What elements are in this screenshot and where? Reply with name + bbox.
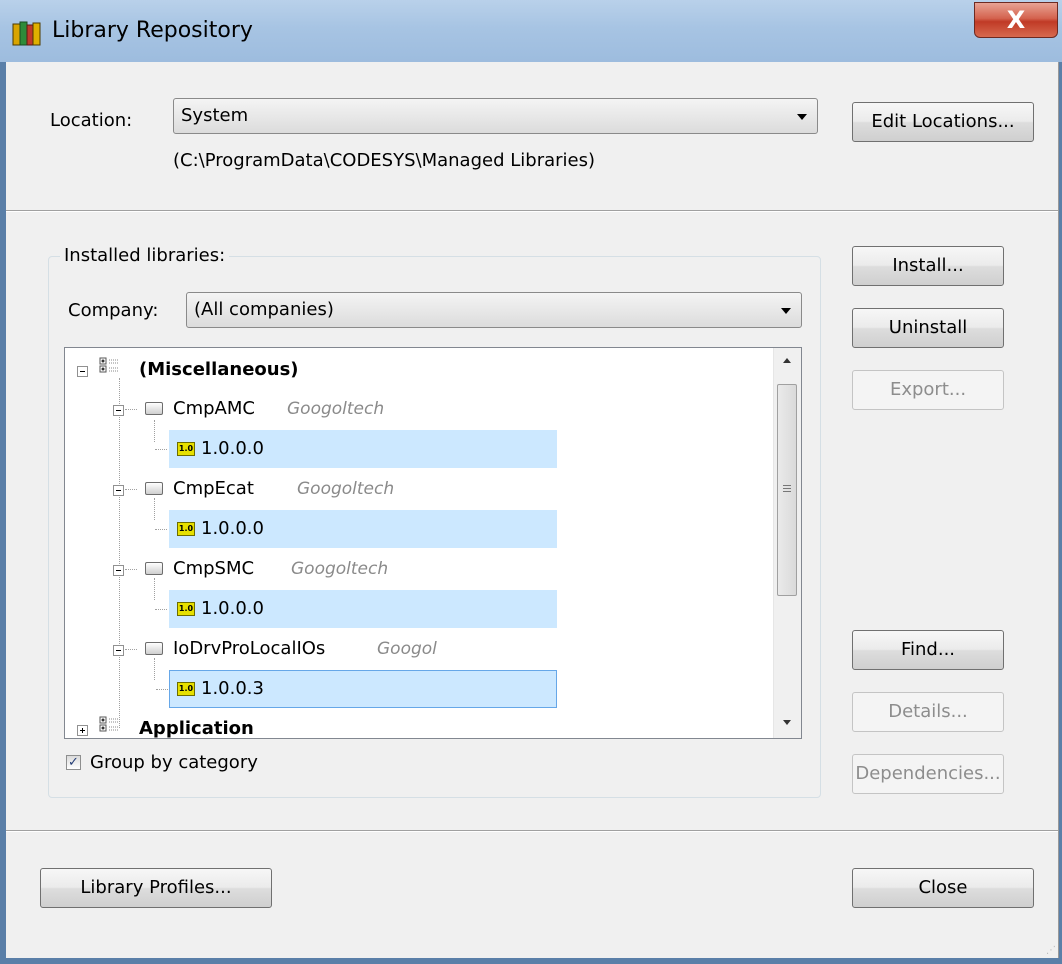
library-name: CmpAMC — [173, 398, 255, 419]
tree-line — [155, 609, 167, 610]
close-button[interactable]: Close — [852, 868, 1034, 908]
library-icon — [145, 642, 163, 655]
scroll-down-icon[interactable] — [783, 720, 791, 725]
close-window-button[interactable]: X — [974, 2, 1058, 38]
version-row[interactable]: 1.0 1.0.0.0 — [155, 590, 557, 628]
collapse-icon[interactable] — [77, 366, 88, 377]
version-icon: 1.0 — [177, 682, 195, 696]
installed-libraries-label: Installed libraries: — [60, 245, 230, 266]
install-button[interactable]: Install... — [852, 246, 1004, 286]
group-by-category-label: Group by category — [90, 752, 258, 773]
library-name: CmpEcat — [173, 478, 254, 499]
collapse-icon[interactable] — [113, 645, 124, 656]
dialog-body: Location: System (C:\ProgramData\CODESYS… — [6, 62, 1059, 958]
export-button[interactable]: Export... — [852, 370, 1004, 410]
grip-icon — [783, 485, 791, 486]
library-name: IoDrvProLocalIOs — [173, 638, 326, 659]
tree-line — [155, 529, 167, 530]
scroll-thumb[interactable] — [777, 384, 797, 596]
version-row[interactable]: 1.0 1.0.0.0 — [155, 510, 557, 548]
title-bar: Library Repository X — [0, 0, 1062, 62]
library-books-icon — [12, 21, 41, 46]
collapse-icon[interactable] — [113, 485, 124, 496]
library-company: Googoltech — [291, 559, 389, 579]
tree-library-row[interactable]: CmpSMC Googoltech — [65, 550, 565, 588]
library-icon — [145, 482, 163, 495]
version-icon: 1.0 — [177, 442, 195, 456]
checkbox-box[interactable]: ✓ — [66, 755, 81, 770]
version-label: 1.0.0.0 — [201, 598, 264, 619]
tree-group-label: (Miscellaneous) — [139, 359, 299, 380]
version-icon: 1.0 — [177, 602, 195, 616]
location-label: Location: — [50, 110, 133, 131]
details-button[interactable]: Details... — [852, 692, 1004, 732]
scroll-up-icon[interactable] — [783, 358, 791, 363]
library-tree[interactable]: (Miscellaneous) CmpAMC Googoltech 1.0 1.… — [64, 347, 802, 739]
library-icon — [145, 402, 163, 415]
location-value: System — [181, 105, 249, 126]
library-icon — [145, 562, 163, 575]
chevron-down-icon — [781, 308, 791, 314]
dependencies-button[interactable]: Dependencies... — [852, 754, 1004, 794]
window-title: Library Repository — [52, 18, 253, 43]
library-name: CmpSMC — [173, 558, 255, 579]
library-company: Googoltech — [287, 399, 385, 419]
category-icon — [99, 357, 118, 373]
tree-line — [125, 649, 137, 650]
expand-icon[interactable] — [77, 725, 88, 736]
version-row-focused[interactable]: 1.0 1.0.0.3 — [156, 670, 557, 708]
tree-library-row[interactable]: IoDrvProLocalIOs Googol — [65, 630, 565, 668]
location-path: (C:\ProgramData\CODESYS\Managed Librarie… — [173, 150, 595, 171]
location-dropdown[interactable]: System — [173, 98, 818, 134]
company-label: Company: — [68, 300, 159, 321]
resize-grip-icon[interactable]: ⋰ — [1046, 945, 1056, 956]
company-dropdown[interactable]: (All companies) — [186, 292, 802, 328]
version-label: 1.0.0.0 — [201, 438, 264, 459]
tree-library-row[interactable]: CmpEcat Googoltech — [65, 470, 565, 508]
version-label: 1.0.0.3 — [201, 678, 264, 699]
tree-line — [156, 689, 168, 690]
find-button[interactable]: Find... — [852, 630, 1004, 670]
version-row[interactable]: 1.0 1.0.0.0 — [155, 430, 557, 468]
tree-line — [125, 569, 137, 570]
version-icon: 1.0 — [177, 522, 195, 536]
version-label: 1.0.0.0 — [201, 518, 264, 539]
separator-top — [6, 210, 1058, 212]
collapse-icon[interactable] — [113, 405, 124, 416]
collapse-icon[interactable] — [113, 565, 124, 576]
tree-scrollbar[interactable] — [773, 348, 801, 738]
separator-bottom — [6, 830, 1058, 832]
library-profiles-button[interactable]: Library Profiles... — [40, 868, 272, 908]
tree-line — [155, 449, 167, 450]
tree-group-label: Application — [139, 718, 254, 739]
uninstall-button[interactable]: Uninstall — [852, 308, 1004, 348]
close-icon: X — [1006, 6, 1026, 34]
chevron-down-icon — [797, 114, 807, 120]
library-company: Googol — [377, 639, 437, 659]
tree-library-row[interactable]: CmpAMC Googoltech — [65, 390, 565, 428]
tree-line — [125, 489, 137, 490]
edit-locations-button[interactable]: Edit Locations... — [852, 102, 1034, 142]
company-value: (All companies) — [194, 299, 334, 320]
tree-line — [125, 409, 137, 410]
category-icon — [99, 716, 118, 732]
library-company: Googoltech — [297, 479, 395, 499]
